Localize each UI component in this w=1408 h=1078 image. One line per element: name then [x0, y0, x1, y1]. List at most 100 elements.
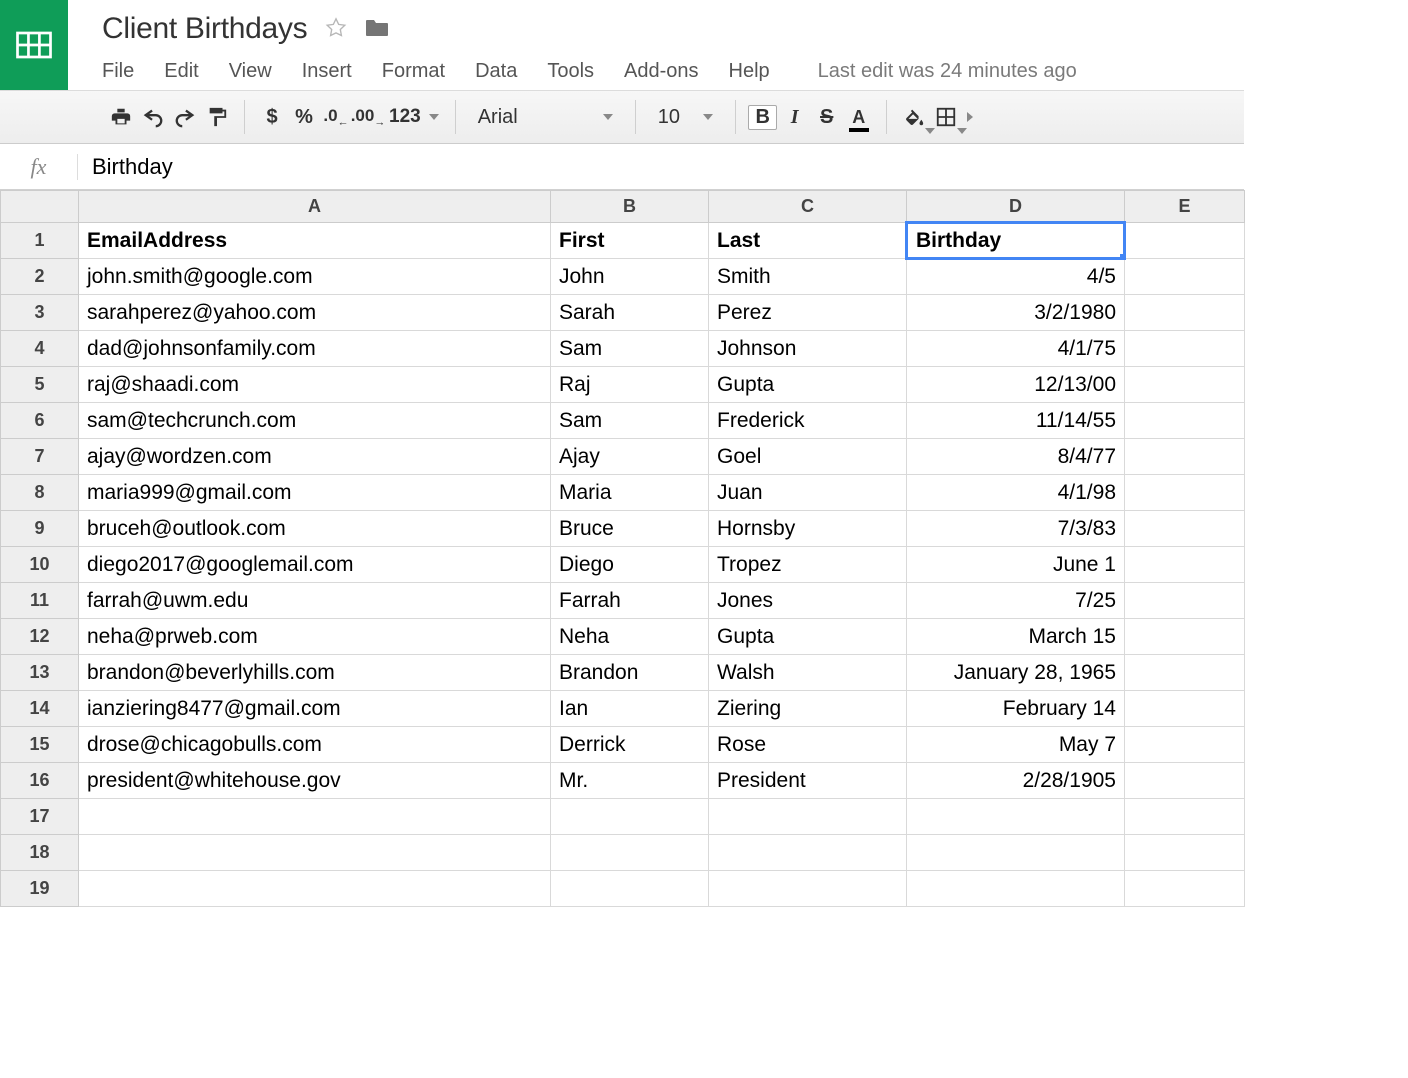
cell[interactable]	[907, 871, 1125, 907]
col-head-b[interactable]: B	[551, 191, 709, 223]
row-head[interactable]: 6	[1, 403, 79, 439]
cell[interactable]: Gupta	[709, 367, 907, 403]
row-head[interactable]: 8	[1, 475, 79, 511]
cell[interactable]: Sam	[551, 331, 709, 367]
menu-insert[interactable]: Insert	[302, 60, 352, 83]
cell[interactable]	[79, 799, 551, 835]
more-toolbar-icon[interactable]	[967, 112, 973, 122]
cell[interactable]: January 28, 1965	[907, 655, 1125, 691]
cell[interactable]: diego2017@googlemail.com	[79, 547, 551, 583]
star-icon[interactable]	[325, 17, 347, 42]
menu-file[interactable]: File	[102, 60, 134, 83]
col-head-c[interactable]: C	[709, 191, 907, 223]
col-head-d[interactable]: D	[907, 191, 1125, 223]
cell[interactable]: 12/13/00	[907, 367, 1125, 403]
cell[interactable]: Derrick	[551, 727, 709, 763]
cell[interactable]: March 15	[907, 619, 1125, 655]
menu-data[interactable]: Data	[475, 60, 517, 83]
cell[interactable]: farrah@uwm.edu	[79, 583, 551, 619]
cell[interactable]: Gupta	[709, 619, 907, 655]
menu-format[interactable]: Format	[382, 60, 445, 83]
cell[interactable]	[79, 871, 551, 907]
cell[interactable]: Ian	[551, 691, 709, 727]
row-head[interactable]: 14	[1, 691, 79, 727]
cell[interactable]: 4/5	[907, 259, 1125, 295]
decrease-decimal-icon[interactable]: .0←	[321, 102, 351, 132]
row-head[interactable]: 3	[1, 295, 79, 331]
row-head[interactable]: 12	[1, 619, 79, 655]
formula-input[interactable]: Birthday	[78, 154, 1244, 180]
cell[interactable]	[1125, 799, 1245, 835]
cell[interactable]	[551, 871, 709, 907]
menu-view[interactable]: View	[229, 60, 272, 83]
redo-icon[interactable]	[170, 102, 200, 132]
spreadsheet[interactable]: A B C D E 1EmailAddressFirstLastBirthday…	[0, 190, 1245, 907]
increase-decimal-icon[interactable]: .00→	[353, 102, 383, 132]
cell[interactable]: Hornsby	[709, 511, 907, 547]
cell[interactable]: brandon@beverlyhills.com	[79, 655, 551, 691]
cell[interactable]: Ziering	[709, 691, 907, 727]
cell[interactable]: Goel	[709, 439, 907, 475]
cell[interactable]: Sam	[551, 403, 709, 439]
cell[interactable]	[551, 835, 709, 871]
cell[interactable]	[1125, 259, 1245, 295]
row-head[interactable]: 16	[1, 763, 79, 799]
cell[interactable]: 7/25	[907, 583, 1125, 619]
italic-button[interactable]: I	[780, 102, 810, 132]
menu-edit[interactable]: Edit	[164, 60, 198, 83]
row-head[interactable]: 9	[1, 511, 79, 547]
currency-icon[interactable]: $	[257, 102, 287, 132]
cell[interactable]: Maria	[551, 475, 709, 511]
cell[interactable]	[907, 799, 1125, 835]
cell[interactable]	[1125, 583, 1245, 619]
cell[interactable]: sam@techcrunch.com	[79, 403, 551, 439]
text-color-button[interactable]: A	[844, 102, 874, 132]
cell[interactable]: Frederick	[709, 403, 907, 439]
cell[interactable]: ajay@wordzen.com	[79, 439, 551, 475]
cell[interactable]: June 1	[907, 547, 1125, 583]
strikethrough-button[interactable]: S	[812, 102, 842, 132]
cell[interactable]: raj@shaadi.com	[79, 367, 551, 403]
cell[interactable]: Raj	[551, 367, 709, 403]
cell[interactable]: Bruce	[551, 511, 709, 547]
header-cell[interactable]: EmailAddress	[79, 223, 551, 259]
cell[interactable]: John	[551, 259, 709, 295]
header-cell[interactable]	[1125, 223, 1245, 259]
cell[interactable]: Ajay	[551, 439, 709, 475]
cell[interactable]: President	[709, 763, 907, 799]
cell[interactable]: February 14	[907, 691, 1125, 727]
cell[interactable]: Diego	[551, 547, 709, 583]
doc-title[interactable]: Client Birthdays	[102, 12, 307, 46]
cell[interactable]: dad@johnsonfamily.com	[79, 331, 551, 367]
row-head[interactable]: 10	[1, 547, 79, 583]
cell[interactable]: ianziering8477@gmail.com	[79, 691, 551, 727]
font-family-select[interactable]: Arial	[468, 99, 623, 135]
cell[interactable]	[1125, 619, 1245, 655]
col-head-e[interactable]: E	[1125, 191, 1245, 223]
font-size-select[interactable]: 10	[648, 99, 723, 135]
bold-button[interactable]: B	[748, 102, 778, 132]
cell[interactable]: Perez	[709, 295, 907, 331]
row-head[interactable]: 11	[1, 583, 79, 619]
menu-tools[interactable]: Tools	[547, 60, 594, 83]
row-head[interactable]: 7	[1, 439, 79, 475]
header-cell[interactable]: Birthday	[907, 223, 1125, 259]
number-format-dropdown[interactable]: 123	[385, 102, 443, 132]
borders-button[interactable]	[931, 102, 961, 132]
cell[interactable]	[709, 871, 907, 907]
cell[interactable]	[1125, 727, 1245, 763]
header-cell[interactable]: First	[551, 223, 709, 259]
cell[interactable]	[709, 799, 907, 835]
cell[interactable]: May 7	[907, 727, 1125, 763]
cell[interactable]: 4/1/75	[907, 331, 1125, 367]
cell[interactable]	[1125, 691, 1245, 727]
cell[interactable]	[551, 799, 709, 835]
cell[interactable]: 3/2/1980	[907, 295, 1125, 331]
cell[interactable]	[1125, 295, 1245, 331]
cell[interactable]: Mr.	[551, 763, 709, 799]
cell[interactable]: Jones	[709, 583, 907, 619]
paint-format-icon[interactable]	[202, 102, 232, 132]
cell[interactable]	[709, 835, 907, 871]
cell[interactable]: Walsh	[709, 655, 907, 691]
cell[interactable]	[1125, 475, 1245, 511]
